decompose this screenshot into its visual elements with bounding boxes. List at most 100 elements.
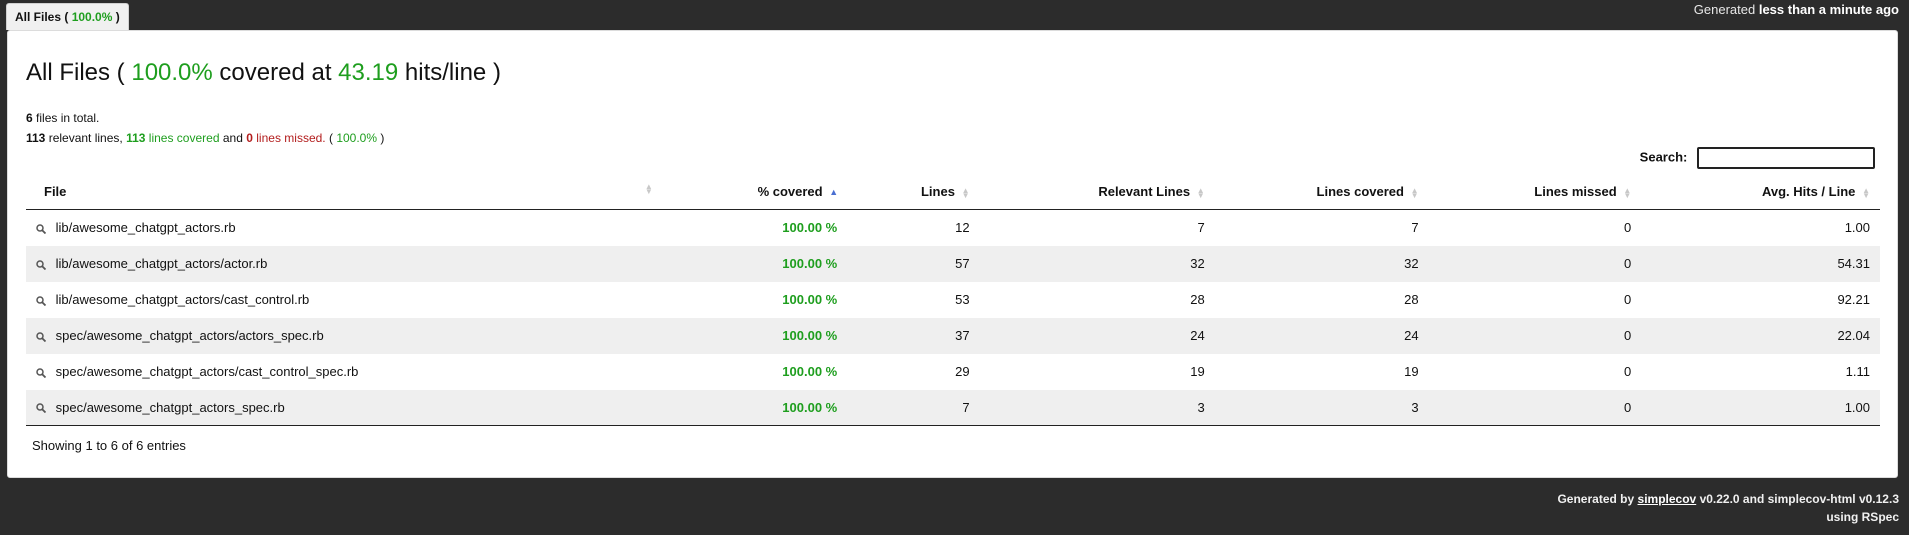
- page-title: All Files ( 100.0% covered at 43.19 hits…: [26, 59, 501, 87]
- missed-count: 0: [246, 131, 253, 145]
- covered-cell: 100.00 %: [782, 220, 838, 236]
- avg-cell: 1.00: [1641, 389, 1880, 426]
- tab-label-suffix: ): [115, 10, 120, 24]
- version-text: v0.22.0 and simplecov-html v0.12.3: [1699, 492, 1899, 506]
- table-header-row: File ▲ ▼ % covered ▲ Lines ▲ ▼ Relevant Li…: [26, 174, 1880, 210]
- file-link[interactable]: spec/awesome_chatgpt_actors_spec.rb: [56, 400, 285, 415]
- file-cell: lib/awesome_chatgpt_actors/cast_control.…: [26, 282, 663, 318]
- magnifier-icon: [36, 331, 46, 342]
- relevant-cell: 19: [1190, 364, 1205, 379]
- files-count: 6: [26, 111, 33, 125]
- relevant-cell: 28: [1190, 292, 1205, 307]
- file-cell: spec/awesome_chatgpt_actors/actors_spec.…: [26, 317, 663, 354]
- magnifier-icon: [36, 367, 46, 378]
- lines-covered-cell: 32: [1214, 245, 1429, 282]
- title-mid: covered at: [219, 59, 332, 86]
- file-link[interactable]: spec/awesome_chatgpt_actors/cast_control…: [56, 364, 359, 379]
- generated-timestamp: Generated less than a minute ago: [1694, 2, 1899, 17]
- header-avg-hits[interactable]: Avg. Hits / Line ▲ ▼: [1641, 174, 1880, 210]
- relevant-cell: 24: [979, 317, 1215, 354]
- file-link[interactable]: spec/awesome_chatgpt_actors/actors_spec.…: [56, 328, 324, 343]
- header-relevant-lines[interactable]: Relevant Lines ▲ ▼: [979, 174, 1215, 210]
- lines-covered-cell: 7: [1411, 220, 1419, 236]
- magnifier-icon: [36, 224, 46, 234]
- lines-cell: 29: [955, 364, 970, 379]
- relevant-cell: 32: [979, 245, 1215, 282]
- magnifier-icon: [36, 259, 46, 270]
- and-text: and: [222, 131, 243, 145]
- avg-cell: 92.21: [1837, 292, 1870, 307]
- lines-cell: 57: [847, 245, 980, 282]
- sort-icon: ▲ ▼: [1623, 185, 1632, 200]
- lines-cell: 37: [847, 317, 980, 354]
- table-row: spec/awesome_chatgpt_actors/cast_control…: [26, 354, 1880, 390]
- generated-by-footer: Generated by simplecov v0.22.0 and simpl…: [1557, 490, 1899, 526]
- sort-icon: ▲ ▼: [644, 182, 653, 196]
- generated-prefix: Generated: [1693, 2, 1756, 17]
- header-lines-missed[interactable]: Lines missed ▲ ▼: [1428, 174, 1642, 210]
- lines-covered-cell: 28: [1404, 292, 1419, 307]
- tab-label-prefix: All Files (: [15, 10, 69, 24]
- covered-cell: 100.00 %: [662, 245, 848, 282]
- header-percent-covered[interactable]: % covered ▲: [662, 174, 848, 210]
- covered-cell: 100.00 %: [662, 317, 848, 354]
- magnifier-icon: [36, 403, 46, 414]
- missed-cell: 0: [1428, 317, 1642, 354]
- file-link[interactable]: lib/awesome_chatgpt_actors.rb: [56, 220, 236, 235]
- relevant-count: 113: [26, 131, 46, 145]
- table-row: lib/awesome_chatgpt_actors/actor.rb 100.…: [26, 245, 1880, 282]
- sort-icon: ▲ ▼: [1410, 185, 1419, 200]
- relevant-cell: 3: [979, 389, 1215, 426]
- header-lines[interactable]: Lines ▲ ▼: [847, 174, 980, 210]
- sort-icon: ▲ ▼: [1196, 185, 1205, 200]
- sort-asc-icon: ▲: [829, 187, 839, 198]
- lines-cell: 7: [847, 389, 980, 426]
- lines-cell: 12: [955, 220, 970, 236]
- title-suffix: hits/line ): [404, 59, 501, 86]
- lines-covered-cell: 3: [1214, 389, 1429, 426]
- covered-cell: 100.00 %: [782, 292, 838, 307]
- header-lines-covered[interactable]: Lines covered ▲ ▼: [1214, 174, 1429, 210]
- coverage-summary: 6 files in total. 113 relevant lines, 11…: [26, 108, 384, 148]
- covered-text: lines covered: [148, 131, 220, 145]
- table-row: spec/awesome_chatgpt_actors/actors_spec.…: [26, 317, 1880, 354]
- covered-cell: 100.00 %: [782, 364, 838, 379]
- search-input[interactable]: [1697, 147, 1875, 169]
- missed-cell: 0: [1624, 220, 1632, 236]
- magnifier-icon: [36, 295, 46, 306]
- file-cell: spec/awesome_chatgpt_actors_spec.rb: [26, 389, 663, 426]
- using-rspec-line: using RSpec: [1826, 510, 1899, 524]
- tab-all-files[interactable]: All Files ( 100.0% ): [6, 3, 129, 30]
- table-row: lib/awesome_chatgpt_actors/cast_control.…: [26, 282, 1880, 318]
- file-link[interactable]: lib/awesome_chatgpt_actors/cast_control.…: [56, 292, 310, 307]
- covered-count: 113: [126, 131, 146, 145]
- missed-cell: 0: [1428, 389, 1642, 426]
- sort-icon: ▲ ▼: [961, 185, 970, 200]
- title-percent: 100.0%: [131, 59, 213, 86]
- table-row: lib/awesome_chatgpt_actors.rb 100.00 % 1…: [26, 210, 1880, 246]
- entries-info: Showing 1 to 6 of 6 entries: [32, 438, 186, 453]
- covered-cell: 100.00 %: [662, 389, 848, 426]
- relevant-cell: 7: [1197, 220, 1205, 236]
- title-prefix: All Files (: [26, 59, 125, 86]
- lines-covered-cell: 19: [1404, 364, 1419, 379]
- percent-close: ): [380, 131, 385, 145]
- files-panel: All Files ( 100.0% covered at 43.19 hits…: [7, 30, 1898, 478]
- missed-cell: 0: [1428, 245, 1642, 282]
- summary-percent: 100.0%: [336, 131, 378, 145]
- simplecov-link[interactable]: simplecov: [1638, 492, 1697, 506]
- missed-text: lines missed.: [256, 131, 326, 145]
- search-label: Search:: [1639, 149, 1688, 165]
- search-control: Search:: [1640, 147, 1875, 169]
- file-cell: lib/awesome_chatgpt_actors.rb: [26, 210, 663, 246]
- header-file[interactable]: File ▲ ▼: [26, 174, 663, 210]
- avg-cell: 1.11: [1845, 364, 1870, 379]
- files-table: File ▲ ▼ % covered ▲ Lines ▲ ▼ Relevant Li…: [26, 174, 1880, 426]
- lines-covered-cell: 24: [1214, 317, 1429, 354]
- file-link[interactable]: lib/awesome_chatgpt_actors/actor.rb: [56, 256, 268, 271]
- lines-cell: 53: [955, 292, 970, 307]
- file-cell: lib/awesome_chatgpt_actors/actor.rb: [26, 245, 663, 282]
- table-row: spec/awesome_chatgpt_actors_spec.rb 100.…: [26, 389, 1880, 426]
- sort-icon: ▲ ▼: [1862, 185, 1870, 200]
- files-total-line: 6 files in total.: [26, 108, 384, 128]
